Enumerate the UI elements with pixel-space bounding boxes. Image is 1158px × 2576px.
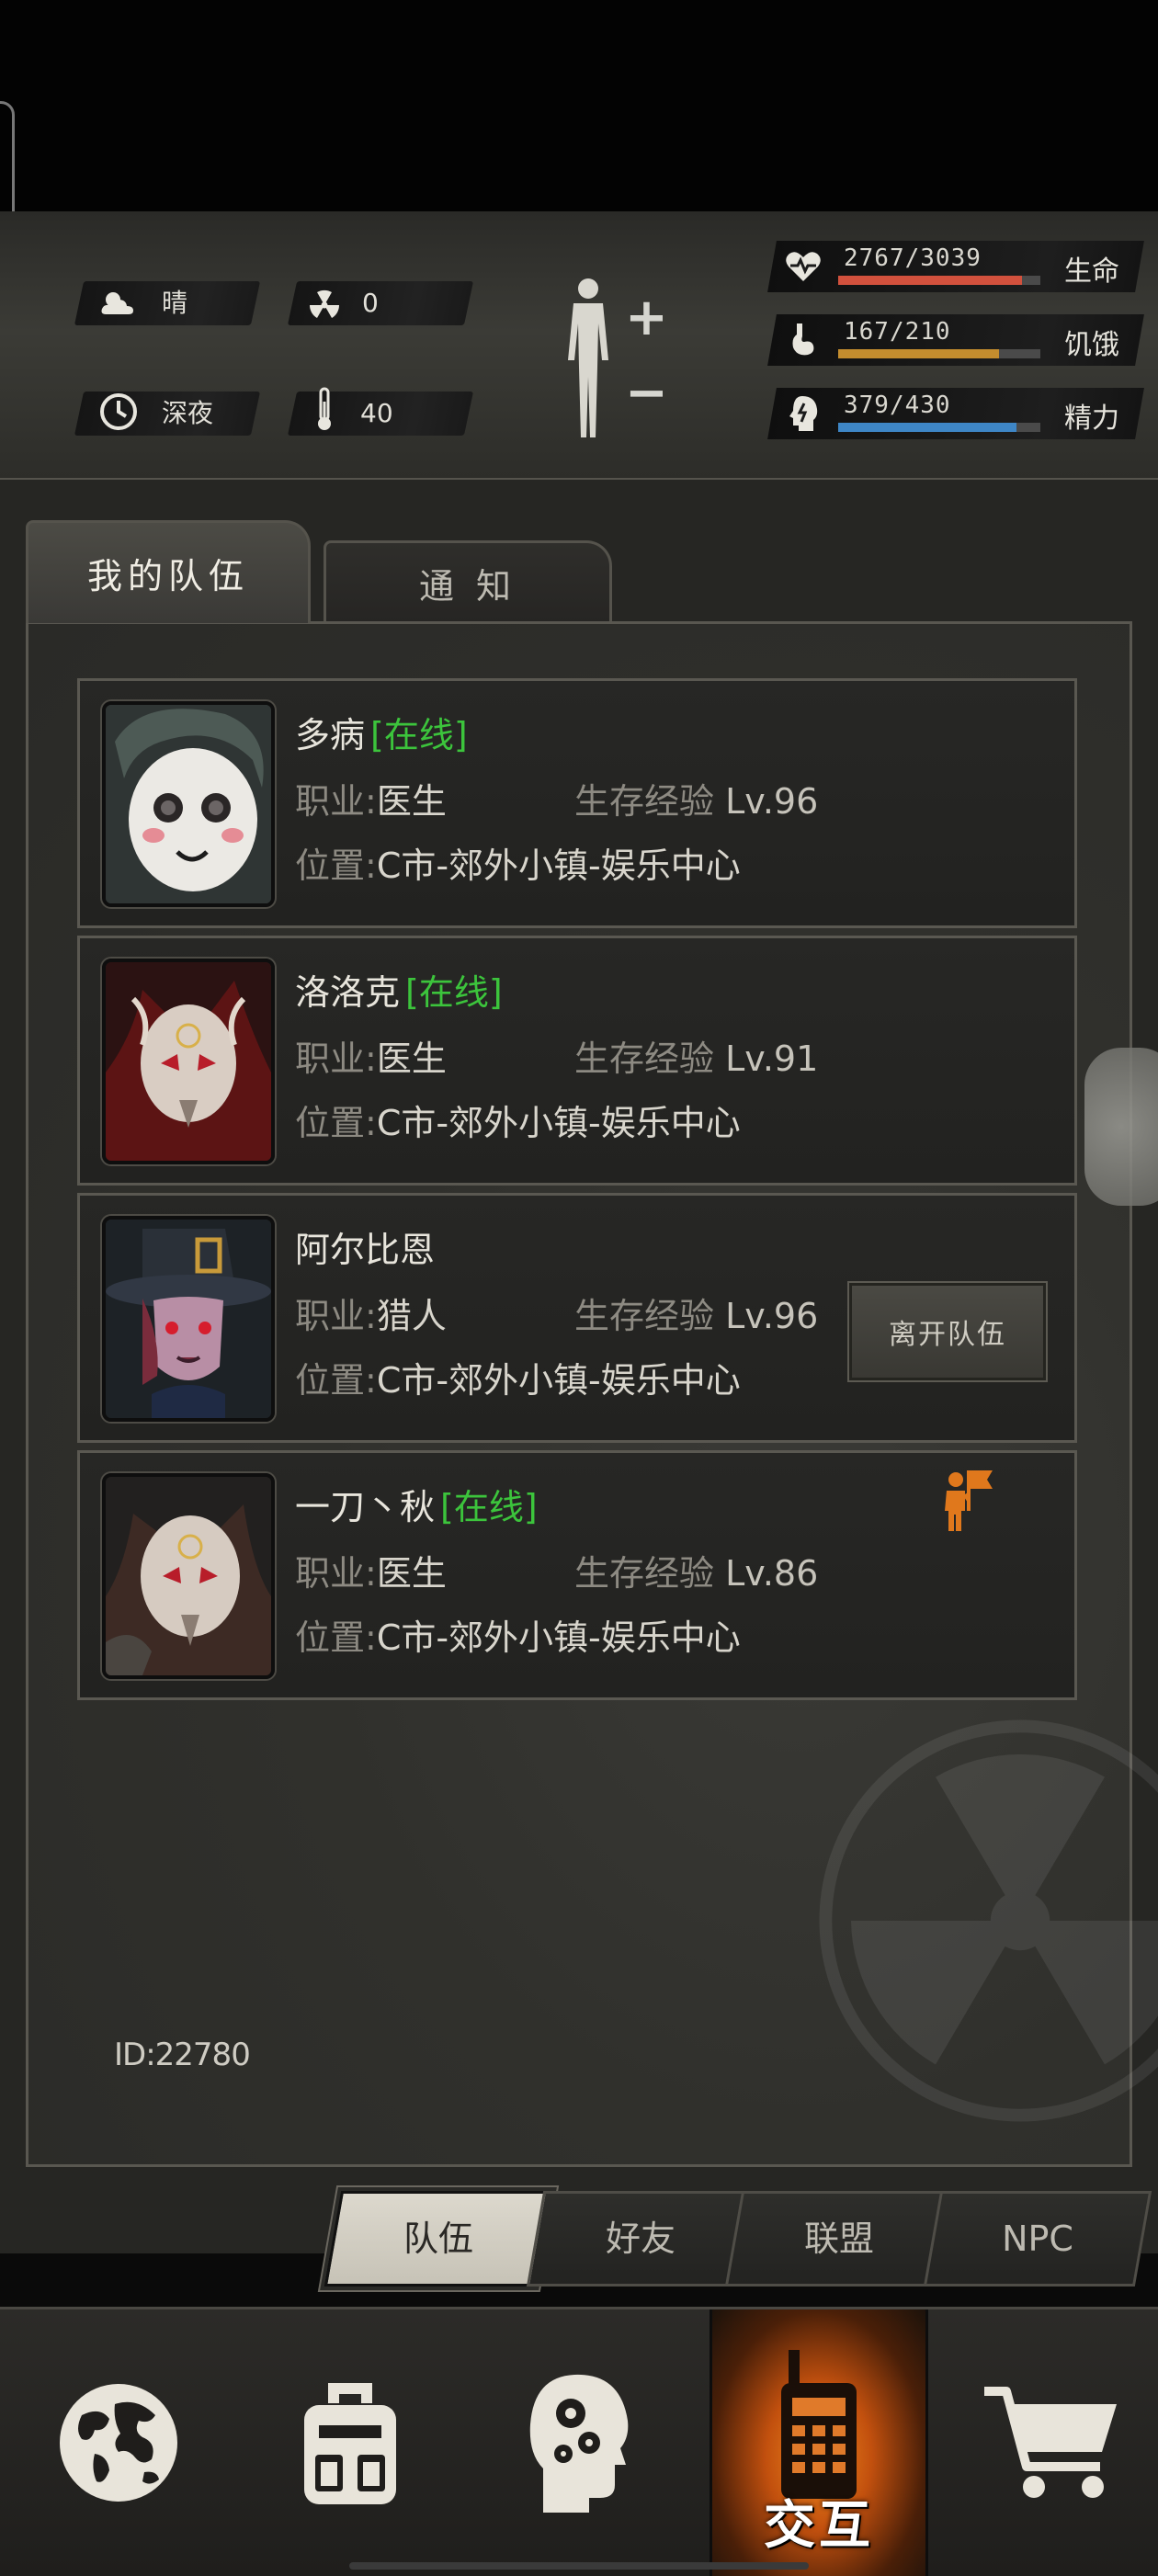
nav-shop[interactable] (956, 2309, 1149, 2576)
nav-interact[interactable]: 交互 (710, 2309, 928, 2576)
tab-my-team[interactable]: 我的队伍 (26, 520, 311, 623)
energy-label: 精力 (1064, 403, 1119, 435)
member-job: 职业:医生 (295, 781, 447, 822)
energy-bar (838, 423, 1040, 432)
life-bar-fill (838, 276, 1023, 285)
member-job: 职业:猎人 (295, 1296, 447, 1336)
body-status-icon[interactable] (561, 276, 616, 441)
plus-icon[interactable]: + (625, 292, 668, 344)
member-name: 阿尔比恩 (295, 1230, 436, 1270)
social-subtabs: 队伍 好友 联盟 NPC (312, 2191, 1152, 2287)
radiation-value: 0 (362, 288, 379, 318)
life-value: 2767/3039 (844, 244, 982, 272)
hunger-label: 饥饿 (1064, 329, 1119, 361)
weather-icon (96, 281, 142, 325)
bottom-navigation: 交互 (0, 2307, 1158, 2576)
stomach-icon (785, 320, 822, 360)
nav-interact-label: 交互 (764, 2496, 874, 2556)
tab-notice[interactable]: 通 知 (324, 540, 612, 623)
member-exp: 生存经验 Lv.96 (574, 1296, 819, 1336)
member-avatar (102, 959, 275, 1164)
floating-assist-button[interactable] (1084, 1048, 1158, 1206)
backpack-icon (304, 2383, 396, 2504)
member-name: 一刀丶秋 [在线] (295, 1487, 538, 1527)
hunger-stat: 167/210 饥饿 (767, 314, 1144, 366)
life-bar (838, 276, 1040, 285)
member-card[interactable]: 洛洛克 [在线] 职业:医生 生存经验 Lv.91 位置:C市-郊外小镇-娱乐中心 (77, 936, 1077, 1186)
subtab-team[interactable]: 队伍 (324, 2191, 553, 2287)
time-of-day-text: 深夜 (162, 398, 214, 428)
subtab-npc[interactable]: NPC (923, 2191, 1152, 2287)
radiation-watermark-icon (819, 1719, 1158, 2122)
head-gears-icon (529, 2374, 629, 2513)
member-location: 位置:C市-郊外小镇-娱乐中心 (295, 845, 741, 886)
member-card[interactable]: 多病 [在线] 职业:医生 生存经验 Lv.96 位置:C市-郊外小镇-娱乐中心 (77, 678, 1077, 928)
player-id: ID:22780 (114, 2037, 251, 2073)
globe-icon (60, 2384, 177, 2502)
thermometer-icon (301, 387, 347, 432)
member-avatar (102, 1216, 275, 1422)
shopping-cart-icon (984, 2387, 1117, 2498)
nav-backpack[interactable] (254, 2309, 447, 2576)
life-stat: 2767/3039 生命 (767, 241, 1144, 292)
nav-skills[interactable] (483, 2309, 676, 2576)
member-exp: 生存经验 Lv.91 (574, 1038, 819, 1079)
home-indicator[interactable] (349, 2562, 809, 2570)
member-location: 位置:C市-郊外小镇-娱乐中心 (295, 1360, 741, 1401)
subtab-alliance[interactable]: 联盟 (724, 2191, 954, 2287)
member-avatar (102, 1473, 275, 1679)
member-card[interactable]: 一刀丶秋 [在线] 职业:医生 生存经验 Lv.86 位置:C市-郊外小镇-娱乐中… (77, 1450, 1077, 1700)
clock-icon (96, 390, 142, 434)
energy-bar-fill (838, 423, 1016, 432)
member-location: 位置:C市-郊外小镇-娱乐中心 (295, 1103, 741, 1143)
hunger-bar (838, 349, 1040, 358)
nav-world-map[interactable] (22, 2309, 215, 2576)
radiation-icon (301, 281, 347, 325)
hunger-value: 167/210 (844, 318, 951, 346)
energy-stat: 379/430 精力 (767, 388, 1144, 439)
member-exp: 生存经验 Lv.86 (574, 1553, 819, 1594)
member-name: 洛洛克 [在线] (295, 972, 503, 1013)
life-label: 生命 (1064, 255, 1119, 288)
member-exp: 生存经验 Lv.96 (574, 781, 819, 822)
member-location: 位置:C市-郊外小镇-娱乐中心 (295, 1617, 741, 1658)
team-leader-flag-icon (945, 1470, 993, 1531)
temperature-value: 40 (360, 398, 393, 428)
member-job: 职业:医生 (295, 1553, 447, 1594)
brain-icon (785, 393, 822, 434)
minus-icon[interactable]: − (625, 368, 668, 419)
hunger-bar-fill (838, 349, 999, 358)
subtab-friends[interactable]: 好友 (526, 2191, 755, 2287)
member-avatar (102, 701, 275, 907)
heart-icon (785, 246, 822, 287)
top-safe-area (0, 0, 1158, 213)
member-job: 职业:医生 (295, 1038, 447, 1079)
member-name: 多病 [在线] (295, 715, 468, 755)
energy-value: 379/430 (844, 392, 951, 419)
leave-team-button[interactable]: 离开队伍 (849, 1283, 1046, 1380)
weather-text: 晴 (162, 288, 188, 318)
walkie-talkie-icon (781, 2350, 857, 2499)
